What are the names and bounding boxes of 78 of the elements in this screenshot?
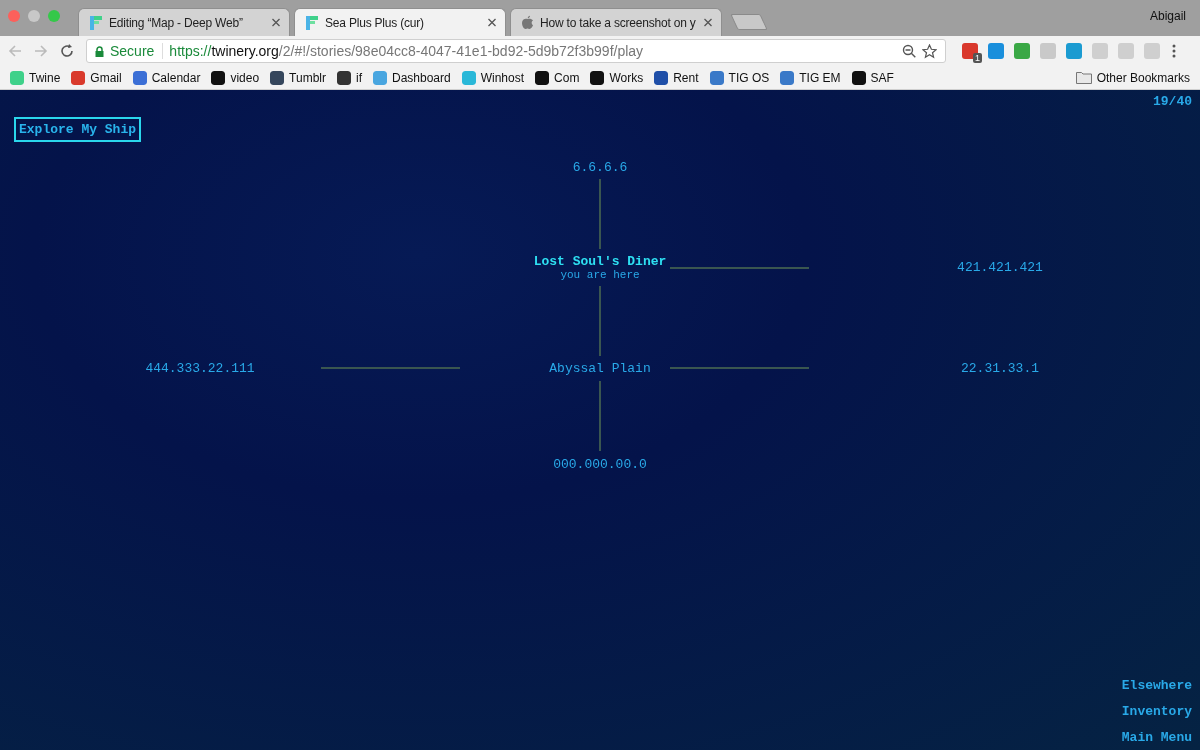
site-icon [270,70,285,85]
bookmark[interactable]: TIG OS [709,70,770,85]
bookmark[interactable]: Works [590,70,644,85]
passage-counter: 19/40 [1153,94,1192,109]
map-location: Lost Soul's Diner [533,254,667,269]
map-connector [599,381,601,451]
site-icon [10,70,24,85]
site-icon [709,70,724,85]
bookmark[interactable]: if [337,70,362,85]
bookmark[interactable]: Rent [654,70,699,85]
maximize-window-button[interactable] [48,10,60,22]
close-icon[interactable] [487,18,497,27]
close-icon[interactable] [271,18,281,27]
forward-icon[interactable] [34,44,48,58]
map-location[interactable]: 22.31.33.1 [961,360,1039,376]
bookmark[interactable]: Winhost [461,70,525,85]
extension-icon[interactable] [1066,43,1082,59]
menu-link[interactable]: Inventory [1121,704,1192,720]
menu-icon[interactable] [1172,44,1176,58]
bookmark[interactable]: Dashboard [373,70,451,85]
map-connector [599,179,601,249]
extension-icon[interactable] [1014,43,1030,59]
secure-label: Secure [110,43,155,59]
map-location[interactable]: 421.421.421 [957,260,1043,275]
close-window-button[interactable] [8,10,20,22]
map-location[interactable]: Abyssal Plain [549,360,651,376]
zoom-out-icon[interactable] [902,44,916,58]
bookmark[interactable]: Twine [10,70,61,85]
profile-name[interactable]: Abigail [1149,9,1186,23]
site-icon [780,70,795,85]
notification-badge: 1 [973,53,982,63]
extension-icon[interactable] [1092,43,1108,59]
site-icon [132,70,147,85]
location-note: you are here [560,269,640,281]
browser-tab[interactable]: Sea Plus Plus (cur) [294,8,506,36]
browser-tab[interactable]: How to take a screenshot on y [510,8,722,36]
bookmark[interactable]: video [211,70,260,85]
map-location[interactable]: 000.000.00.0 [553,456,647,472]
logo-icon [89,14,103,31]
lock-icon [95,45,104,57]
bookmark[interactable]: TIG EM [780,70,841,85]
site-icon [373,70,387,85]
site-icon [654,70,669,85]
site-icon [461,70,476,85]
map-location[interactable]: 444.333.22.111 [145,360,255,376]
new-tab-button[interactable] [730,14,768,30]
address-bar[interactable]: Secure https://twinery.org/2/#!/stories/98e04cc8-4047-41e1-bd92-5d9b72f3b99f/play [86,39,946,63]
site-icon [211,70,226,85]
extension-icon[interactable] [988,43,1004,59]
url-text: https://twinery.org/2/#!/stories/98e04cc8-4047-41e1-bd92-5d9b72f3b99f/play [169,43,645,59]
site-icon [71,70,86,85]
extension-icon[interactable] [1144,43,1160,59]
story-link[interactable]: Explore My Ship [14,117,142,142]
menu-link[interactable]: Elsewhere [1121,678,1192,694]
close-icon[interactable] [703,18,713,27]
site-icon [337,70,351,85]
bookmark[interactable]: Tumblr [270,70,326,85]
minimize-window-button[interactable] [28,10,40,22]
logo-icon [305,14,319,31]
apple-icon [521,15,534,30]
extension-icon[interactable] [1118,43,1134,59]
bookmark[interactable]: SAF [851,70,894,85]
map-connector [599,286,601,356]
site-icon [590,70,605,85]
bookmark-folder[interactable]: Other Bookmarks [1075,70,1190,85]
back-icon[interactable] [8,44,22,58]
site-icon [851,70,866,85]
folder-icon [1075,71,1092,84]
browser-tab[interactable]: Editing “Map - Deep Web” [78,8,290,36]
bookmark[interactable]: Calendar [132,70,201,85]
reload-icon[interactable] [60,44,74,58]
bookmark[interactable]: Com [535,70,580,85]
menu-link[interactable]: Main Menu [1121,730,1192,746]
extension-icon[interactable] [1040,43,1056,59]
star-icon[interactable] [922,43,937,59]
bookmark[interactable]: Gmail [71,70,122,85]
site-icon [535,70,550,85]
map-location[interactable]: 6.6.6.6 [572,159,628,175]
